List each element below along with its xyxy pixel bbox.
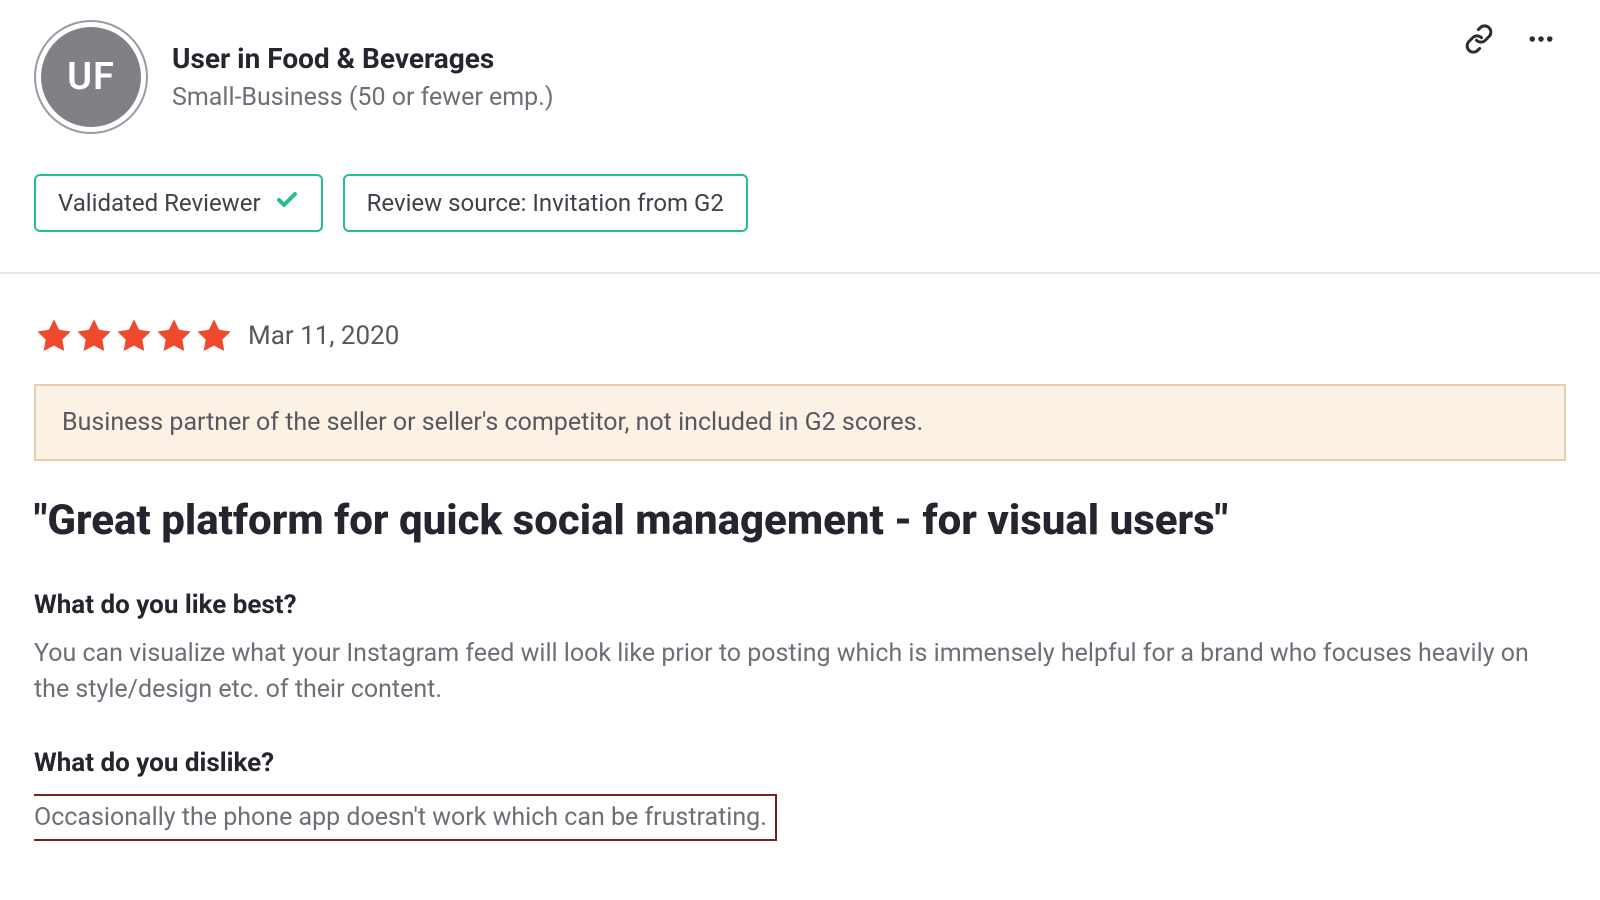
link-icon[interactable] (1464, 24, 1494, 54)
user-name: User in Food & Beverages (172, 42, 554, 75)
rating-row: Mar 11, 2020 (34, 316, 1566, 356)
more-icon[interactable] (1526, 24, 1556, 54)
like-question: What do you like best? (34, 590, 1566, 620)
star-icon (194, 316, 234, 356)
dislike-answer-wrapper: Occasionally the phone app doesn't work … (34, 794, 1566, 841)
review-source-label: Review source: Invitation from G2 (367, 189, 724, 217)
review-title: "Great platform for quick social managem… (34, 495, 1566, 548)
dislike-question: What do you dislike? (34, 748, 1566, 778)
star-icon (154, 316, 194, 356)
star-icon (74, 316, 114, 356)
user-company-size: Small-Business (50 or fewer emp.) (172, 83, 554, 112)
disclosure-notice: Business partner of the seller or seller… (34, 384, 1566, 461)
star-icon (114, 316, 154, 356)
review-header: UF User in Food & Beverages Small-Busine… (34, 20, 1566, 134)
user-text: User in Food & Beverages Small-Business … (172, 42, 554, 112)
avatar-initials: UF (41, 27, 141, 127)
badges-row: Validated Reviewer Review source: Invita… (34, 174, 1566, 272)
dislike-answer: Occasionally the phone app doesn't work … (34, 794, 777, 841)
star-rating (34, 316, 234, 356)
check-icon (275, 188, 299, 218)
validated-reviewer-label: Validated Reviewer (58, 189, 261, 217)
avatar: UF (34, 20, 148, 134)
review-date: Mar 11, 2020 (248, 321, 399, 351)
user-block: UF User in Food & Beverages Small-Busine… (34, 20, 554, 134)
like-answer: You can visualize what your Instagram fe… (34, 636, 1566, 709)
review-source-badge[interactable]: Review source: Invitation from G2 (343, 174, 748, 232)
star-icon (34, 316, 74, 356)
header-actions (1464, 20, 1566, 54)
review-body: Mar 11, 2020 Business partner of the sel… (34, 274, 1566, 841)
validated-reviewer-badge[interactable]: Validated Reviewer (34, 174, 323, 232)
